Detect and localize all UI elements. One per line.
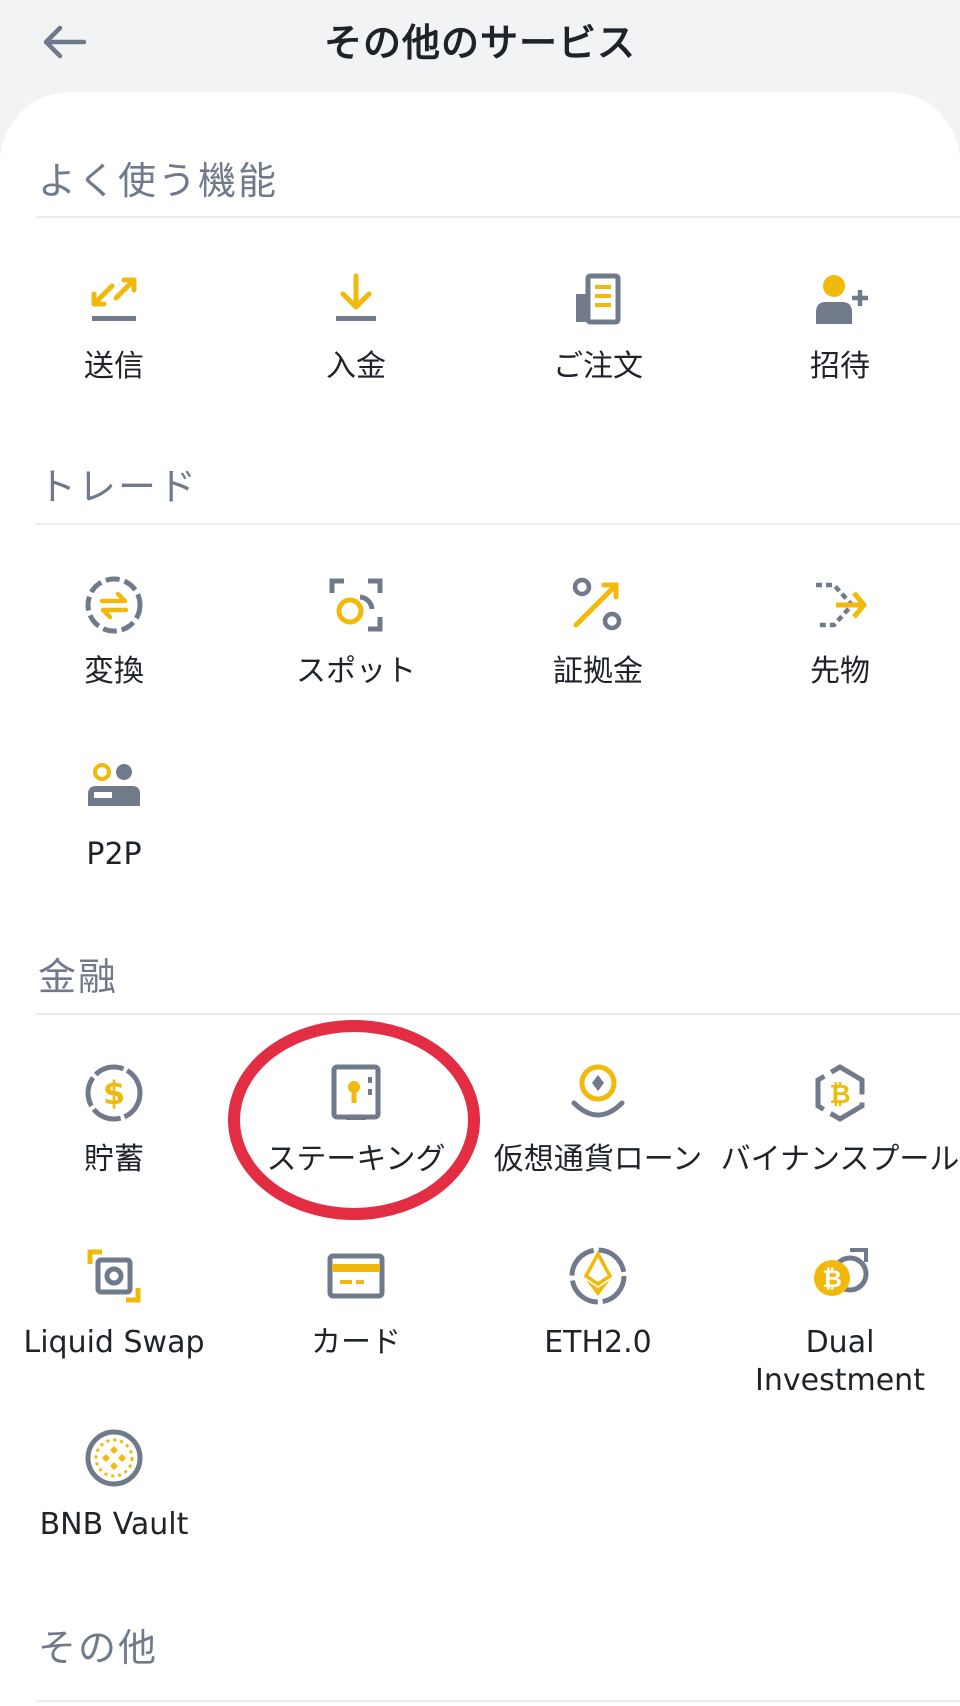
tile-invite[interactable]: 招待 bbox=[720, 270, 960, 440]
tile-margin[interactable]: 証拠金 bbox=[478, 575, 718, 745]
tile-label: 仮想通貨ローン bbox=[493, 1142, 703, 1177]
tile-deposit[interactable]: 入金 bbox=[236, 270, 476, 440]
svg-text:₿: ₿ bbox=[829, 1080, 850, 1110]
invite-icon bbox=[816, 275, 868, 324]
tile-label: 招待 bbox=[810, 349, 870, 384]
tile-label: 先物 bbox=[810, 654, 870, 689]
tile-spot[interactable]: スポット bbox=[236, 575, 476, 745]
tile-dual-investment[interactable]: ₿ Dual Investment bbox=[720, 1246, 960, 1416]
margin-icon bbox=[572, 577, 622, 631]
tile-bnb-vault[interactable]: BNB Vault bbox=[0, 1428, 234, 1598]
divider bbox=[36, 1013, 960, 1015]
tile-futures[interactable]: 先物 bbox=[720, 575, 960, 745]
tile-eth2[interactable]: ETH2.0 bbox=[478, 1246, 718, 1416]
tile-label: P2P bbox=[86, 837, 142, 872]
tile-label: 変換 bbox=[84, 654, 144, 689]
tile-orders[interactable]: ご注文 bbox=[478, 270, 718, 440]
tile-binance-pool[interactable]: ₿ バイナンスプール bbox=[720, 1063, 960, 1233]
tile-label: Liquid Swap bbox=[23, 1325, 205, 1360]
section-title-frequent: よく使う機能 bbox=[38, 159, 279, 203]
section-title-finance: 金融 bbox=[38, 955, 119, 999]
convert-icon bbox=[85, 576, 143, 634]
dual-investment-icon: ₿ bbox=[814, 1248, 869, 1296]
bnb-vault-icon bbox=[85, 1429, 143, 1487]
tile-label: 貯蓄 bbox=[84, 1142, 144, 1177]
tile-label: ご注文 bbox=[553, 349, 643, 384]
tile-p2p[interactable]: P2P bbox=[0, 758, 234, 928]
tile-crypto-loan[interactable]: 仮想通貨ローン bbox=[478, 1063, 718, 1233]
crypto-loan-icon bbox=[571, 1064, 625, 1118]
savings-icon: $ bbox=[85, 1064, 143, 1122]
tile-liquid-swap[interactable]: Liquid Swap bbox=[0, 1246, 234, 1416]
tile-send[interactable]: 送信 bbox=[0, 270, 234, 440]
card-icon bbox=[327, 1253, 385, 1299]
tile-label: バイナンスプール bbox=[720, 1142, 960, 1177]
tile-savings[interactable]: $ 貯蓄 bbox=[0, 1063, 234, 1233]
tile-label: 入金 bbox=[326, 349, 386, 384]
top-bar: その他のサービス bbox=[0, 0, 960, 90]
tile-convert[interactable]: 変換 bbox=[0, 575, 234, 745]
svg-text:₿: ₿ bbox=[822, 1265, 842, 1293]
highlight-circle bbox=[228, 1020, 480, 1220]
svg-text:$: $ bbox=[103, 1074, 125, 1112]
tile-card[interactable]: カード bbox=[236, 1246, 476, 1416]
deposit-icon bbox=[336, 273, 376, 321]
tile-label: BNB Vault bbox=[39, 1507, 189, 1542]
liquid-swap-icon bbox=[87, 1249, 141, 1303]
tile-label: 送信 bbox=[84, 349, 144, 384]
tile-label: 証拠金 bbox=[553, 654, 643, 689]
section-title-others: その他 bbox=[38, 1626, 159, 1670]
divider bbox=[36, 523, 960, 525]
divider bbox=[36, 1700, 960, 1702]
tile-label: ETH2.0 bbox=[544, 1325, 652, 1360]
section-title-trade: トレード bbox=[38, 465, 199, 509]
binance-pool-icon: ₿ bbox=[815, 1064, 865, 1122]
tile-label: Dual Investment bbox=[755, 1325, 925, 1398]
spot-icon bbox=[329, 578, 383, 632]
tile-label: カード bbox=[311, 1325, 401, 1360]
eth2-icon bbox=[569, 1247, 627, 1305]
send-icon bbox=[91, 277, 137, 321]
p2p-icon bbox=[88, 763, 140, 806]
page-title: その他のサービス bbox=[323, 21, 636, 65]
tile-label: スポット bbox=[296, 654, 416, 689]
orders-icon bbox=[576, 273, 621, 325]
divider bbox=[36, 216, 960, 218]
futures-icon bbox=[816, 582, 867, 628]
